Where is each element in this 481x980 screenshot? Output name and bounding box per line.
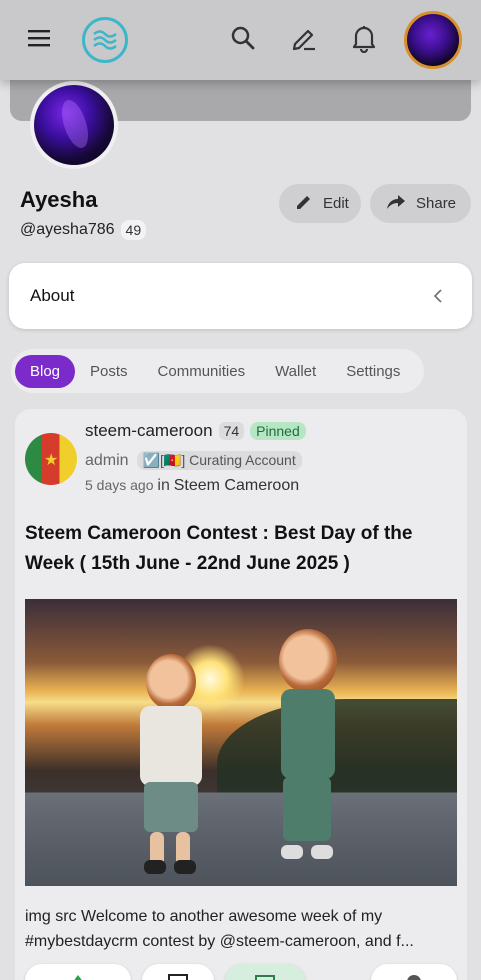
post-author[interactable]: steem-cameroon	[85, 421, 213, 441]
share-button-label: Share	[416, 195, 457, 212]
bell-icon[interactable]	[347, 21, 381, 55]
post-in-label: in	[157, 477, 170, 494]
star-icon: ★	[44, 452, 59, 469]
post-image[interactable]	[25, 599, 457, 886]
pen-icon[interactable]	[287, 21, 321, 55]
reblog-button[interactable]	[225, 964, 305, 980]
profile-handle: @ayesha786	[20, 221, 115, 238]
excerpt-line-1: img src Welcome to another awesome week …	[25, 908, 383, 925]
profile-avatar[interactable]	[30, 81, 118, 169]
hamburger-menu-icon[interactable]	[22, 21, 56, 55]
top-app-bar	[0, 0, 481, 80]
post-time: 5 days ago	[85, 477, 154, 493]
tab-settings[interactable]: Settings	[331, 355, 415, 388]
profile-tabs: Blog Posts Communities Wallet Settings	[11, 349, 424, 393]
more-button[interactable]	[371, 964, 457, 980]
comment-button[interactable]	[142, 964, 214, 980]
tab-wallet[interactable]: Wallet	[260, 355, 331, 388]
steem-logo-icon[interactable]	[82, 17, 128, 63]
post-title[interactable]: Steem Cameroon Contest : Best Day of the…	[25, 519, 455, 579]
post-community-link[interactable]: Steem Cameroon	[174, 477, 299, 494]
tab-blog[interactable]: Blog	[15, 354, 76, 388]
edit-button-label: Edit	[323, 195, 349, 212]
excerpt-line-2: #mybestdaycrm contest by @steem-cameroon…	[25, 933, 414, 950]
user-avatar[interactable]	[404, 11, 462, 69]
tab-posts[interactable]: Posts	[75, 355, 143, 388]
author-role: admin	[85, 451, 129, 469]
profile-name: Ayesha	[20, 187, 98, 212]
about-label: About	[30, 286, 75, 305]
community-avatar[interactable]: ★	[25, 433, 77, 485]
post-actions	[25, 964, 457, 980]
profile-handle-row: @ayesha786 49	[20, 220, 147, 240]
role-tag: ☑️[🇨🇲] Curating Account	[136, 451, 302, 470]
pinned-badge: Pinned	[250, 422, 306, 440]
vote-button[interactable]	[25, 964, 131, 980]
pencil-icon	[295, 193, 313, 215]
post-role-row: admin ☑️[🇨🇲] Curating Account	[85, 451, 302, 470]
reputation-badge: 49	[120, 220, 147, 240]
search-icon[interactable]	[226, 21, 260, 55]
edit-button[interactable]: Edit	[279, 184, 361, 223]
post-author-row: steem-cameroon 74 Pinned	[85, 421, 306, 441]
tab-communities[interactable]: Communities	[143, 355, 261, 388]
chevron-left-icon	[428, 286, 448, 306]
post-card[interactable]: ★ steem-cameroon 74 Pinned admin ☑️[🇨🇲] …	[15, 409, 467, 980]
post-meta: 5 days ago in Steem Cameroon	[85, 477, 299, 495]
about-section[interactable]: About	[9, 263, 472, 329]
post-excerpt[interactable]: img src Welcome to another awesome week …	[25, 904, 457, 954]
share-button[interactable]: Share	[370, 184, 471, 223]
author-reputation: 74	[218, 422, 245, 440]
share-icon	[386, 193, 406, 215]
